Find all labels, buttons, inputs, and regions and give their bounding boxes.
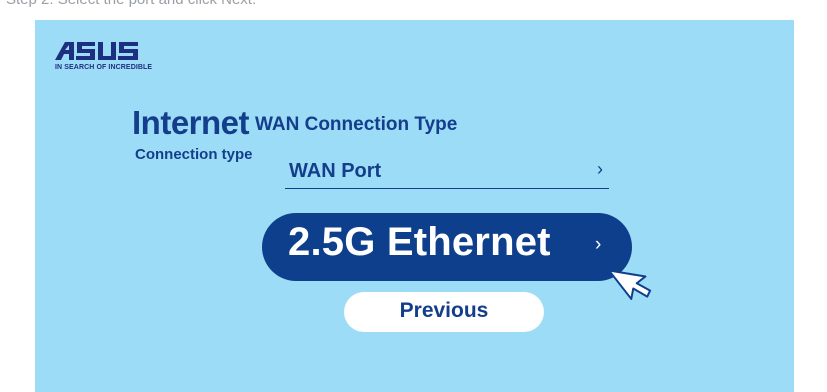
ethernet-2-5g-button[interactable]: 2.5G Ethernet › — [262, 213, 632, 281]
wan-port-label: WAN Port — [289, 160, 382, 182]
previous-button-label: Previous — [399, 299, 489, 322]
previous-button[interactable]: Previous — [344, 292, 544, 332]
wan-port-selector[interactable]: WAN Port › — [285, 158, 609, 189]
setup-panel: IN SEARCH OF INCREDIBLE Internet Connect… — [35, 20, 794, 392]
ethernet-button-label: 2.5G Ethernet — [288, 220, 551, 264]
page-title: Internet — [132, 104, 250, 141]
asus-logo-icon: IN SEARCH OF INCREDIBLE — [55, 42, 152, 78]
chevron-right-icon: › — [595, 234, 602, 255]
mouse-pointer-icon — [602, 256, 654, 314]
top-caption: Step 2: Select the port and click Next. — [6, 0, 256, 8]
wan-connection-type-label: WAN Connection Type — [255, 114, 458, 135]
page-subtitle: Connection type — [135, 146, 253, 163]
asus-wordmark — [55, 42, 138, 60]
chevron-right-icon: › — [597, 159, 603, 179]
logo-tagline: IN SEARCH OF INCREDIBLE — [55, 64, 153, 71]
